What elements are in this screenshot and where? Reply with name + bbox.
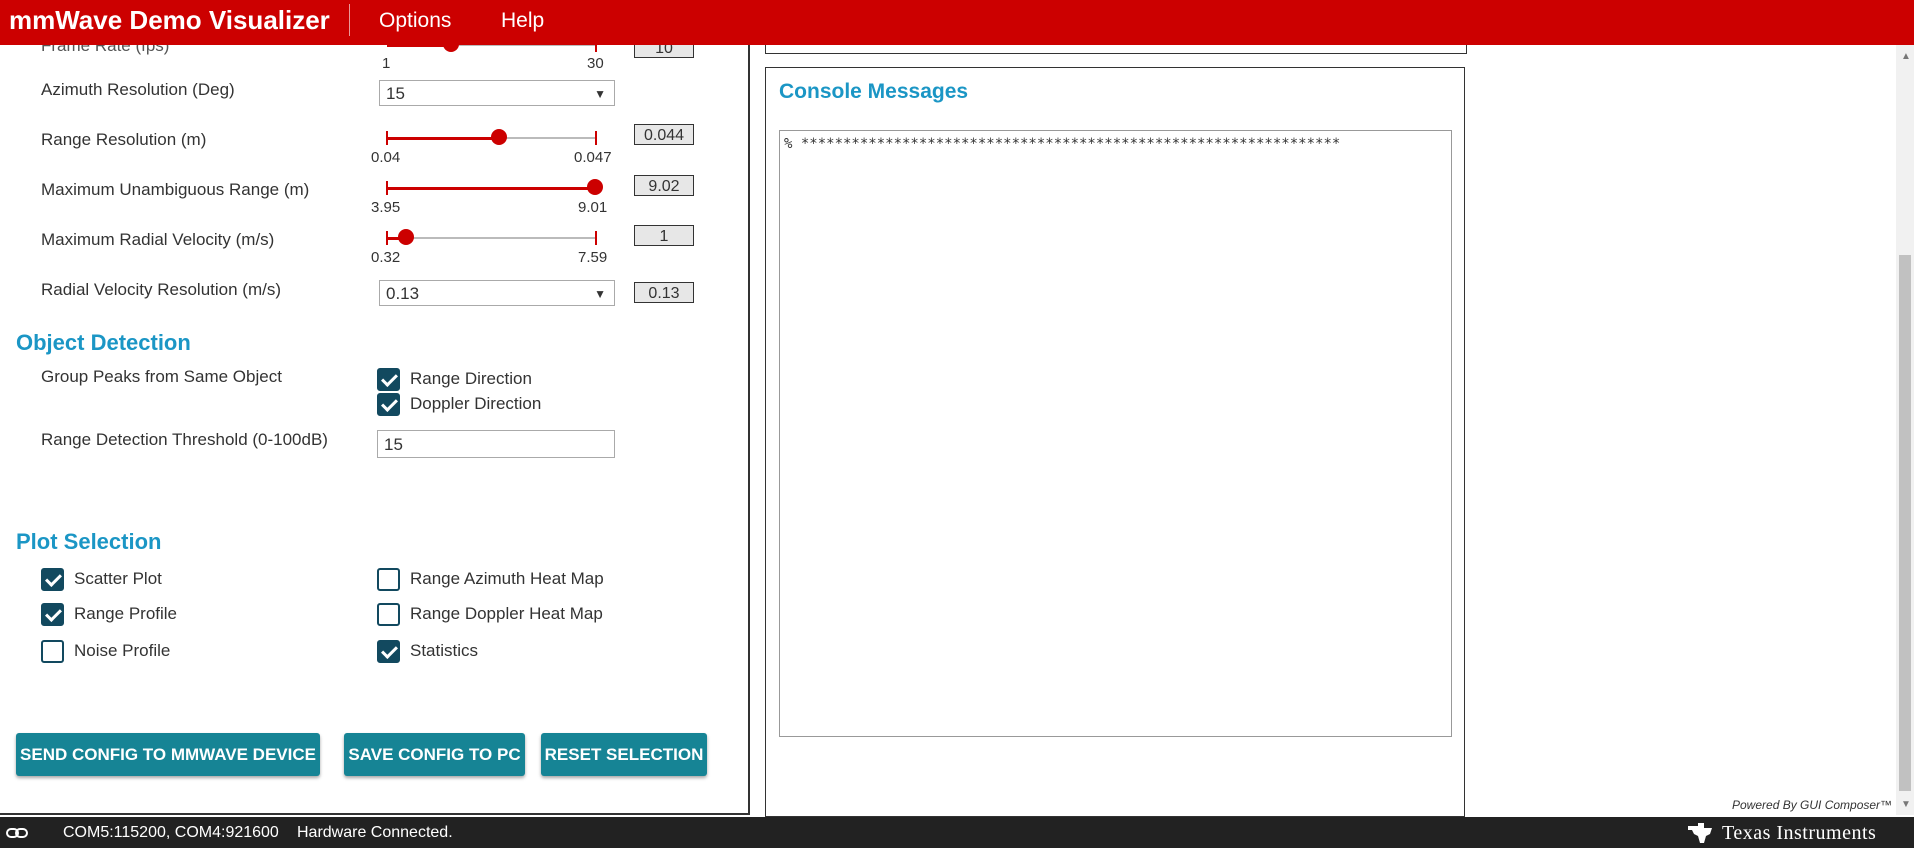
plot-selection-title: Plot Selection	[16, 529, 162, 554]
radial-velocity-resolution-selected: 0.13	[386, 284, 420, 303]
page-scrollbar[interactable]: ▲ ▼	[1896, 45, 1914, 815]
max-velocity-slider-track[interactable]	[387, 237, 595, 239]
frame-rate-label: Frame Rate (fps)	[41, 45, 170, 55]
texas-instruments-logo-icon	[1688, 823, 1712, 843]
azimuth-resolution-label: Azimuth Resolution (Deg)	[41, 80, 235, 99]
range-detection-threshold-input[interactable]: 15	[377, 430, 615, 458]
max-velocity-min: 0.32	[371, 249, 401, 266]
console-output[interactable]: % **************************************…	[779, 130, 1452, 737]
max-range-value: 9.02	[634, 175, 694, 196]
status-bar: COM5:115200, COM4:921600 Hardware Connec…	[0, 817, 1914, 848]
max-velocity-max: 7.59	[578, 249, 608, 266]
app-header: mmWave Demo Visualizer Options Help	[0, 0, 1914, 45]
save-config-button[interactable]: SAVE CONFIG TO PC	[344, 733, 525, 776]
plot-panel-bottom-edge	[765, 45, 1467, 54]
send-config-button[interactable]: SEND CONFIG TO MMWAVE DEVICE	[16, 733, 320, 776]
scatter-plot-checkbox[interactable]	[41, 568, 64, 591]
menu-options[interactable]: Options	[379, 9, 451, 33]
azimuth-resolution-select[interactable]: 15 ▼	[379, 80, 615, 106]
brand-name: Texas Instruments	[1722, 822, 1877, 844]
config-panel: Frame Rate (fps) 1 30 10 Azimuth Resolut…	[0, 45, 750, 815]
scatter-plot-label: Scatter Plot	[74, 569, 162, 588]
max-velocity-slider-thumb[interactable]	[398, 229, 414, 245]
radial-velocity-resolution-select[interactable]: 0.13 ▼	[379, 280, 615, 306]
max-range-min: 3.95	[371, 199, 401, 216]
range-profile-label: Range Profile	[74, 604, 178, 623]
radial-velocity-resolution-label: Radial Velocity Resolution (m/s)	[41, 280, 281, 299]
scroll-down-arrow-icon[interactable]: ▼	[1901, 799, 1911, 810]
range-doppler-heat-map-label: Range Doppler Heat Map	[410, 604, 603, 623]
scrollbar-thumb[interactable]	[1899, 255, 1911, 791]
range-detection-threshold-label: Range Detection Threshold (0-100dB)	[41, 430, 328, 449]
link-icon[interactable]	[5, 824, 29, 842]
app-title: mmWave Demo Visualizer	[9, 5, 330, 35]
doppler-direction-checkbox[interactable]	[377, 393, 400, 416]
console-panel: Console Messages % *********************…	[765, 67, 1465, 817]
frame-rate-max: 30	[587, 55, 604, 72]
range-direction-label: Range Direction	[410, 369, 532, 388]
object-detection-title: Object Detection	[16, 330, 191, 355]
max-radial-velocity-label: Maximum Radial Velocity (m/s)	[41, 230, 275, 249]
range-azimuth-heat-map-checkbox[interactable]	[377, 568, 400, 591]
range-azimuth-heat-map-label: Range Azimuth Heat Map	[410, 569, 604, 588]
dropdown-arrow-icon: ▼	[594, 287, 606, 301]
range-resolution-slider-thumb[interactable]	[491, 129, 507, 145]
azimuth-resolution-selected: 15	[386, 84, 405, 103]
range-profile-checkbox[interactable]	[41, 603, 64, 626]
max-range-max: 9.01	[578, 199, 608, 216]
noise-profile-checkbox[interactable]	[41, 640, 64, 663]
com-port-status: COM5:115200, COM4:921600	[63, 824, 279, 841]
max-velocity-slider-end	[595, 231, 597, 245]
range-resolution-slider-end	[595, 131, 597, 145]
range-resolution-value: 0.044	[634, 124, 694, 145]
noise-profile-label: Noise Profile	[74, 641, 171, 660]
range-resolution-label: Range Resolution (m)	[41, 130, 207, 149]
range-resolution-min: 0.04	[371, 149, 401, 166]
max-range-slider-thumb[interactable]	[587, 179, 603, 195]
frame-rate-slider-fill	[387, 45, 451, 47]
hardware-status: Hardware Connected.	[297, 824, 453, 841]
frame-rate-slider-end	[595, 45, 597, 52]
powered-by-label: Powered By GUI Composer™	[1732, 798, 1893, 812]
statistics-checkbox[interactable]	[377, 640, 400, 663]
group-peaks-label: Group Peaks from Same Object	[41, 367, 282, 386]
frame-rate-min: 1	[382, 55, 391, 72]
frame-rate-slider-thumb[interactable]	[443, 45, 459, 52]
frame-rate-value: 10	[634, 45, 694, 58]
menu-help[interactable]: Help	[501, 9, 544, 33]
range-direction-checkbox[interactable]	[377, 368, 400, 391]
statistics-label: Statistics	[410, 641, 479, 660]
range-resolution-slider-fill	[387, 137, 499, 140]
radial-velocity-resolution-value: 0.13	[634, 282, 694, 303]
header-divider	[349, 4, 350, 36]
max-unambiguous-range-label: Maximum Unambiguous Range (m)	[41, 180, 310, 199]
range-resolution-max: 0.047	[574, 149, 612, 166]
dropdown-arrow-icon: ▼	[594, 87, 606, 101]
reset-selection-button[interactable]: RESET SELECTION	[541, 733, 707, 776]
max-range-slider-fill	[387, 187, 595, 190]
scroll-up-arrow-icon[interactable]: ▲	[1901, 51, 1911, 62]
console-title: Console Messages	[779, 80, 969, 103]
doppler-direction-label: Doppler Direction	[410, 394, 542, 413]
max-velocity-value: 1	[634, 225, 694, 246]
range-doppler-heat-map-checkbox[interactable]	[377, 603, 400, 626]
